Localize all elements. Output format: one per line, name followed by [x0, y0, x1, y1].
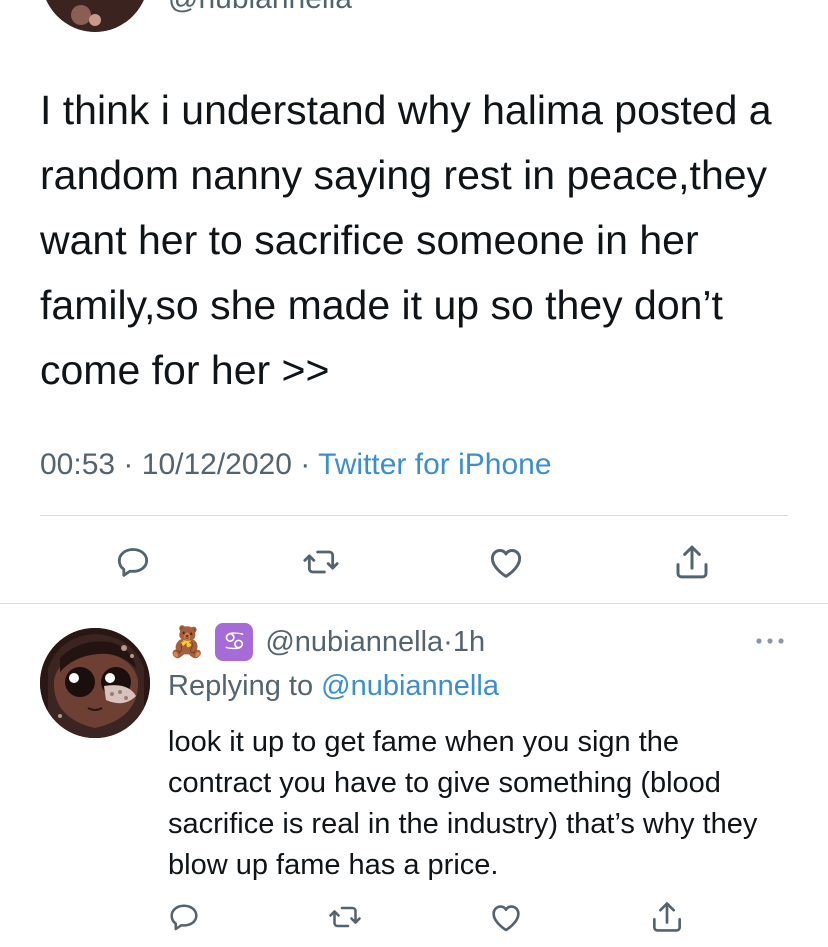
reply-age: 1h	[452, 625, 486, 658]
bear-emoji: 🧸	[168, 625, 206, 659]
divider	[40, 515, 788, 516]
reply-icon	[170, 904, 198, 931]
reply-header: 🧸 ♋ @nubiannella · 1h	[168, 622, 485, 662]
share-icon	[652, 902, 682, 932]
tweet-time: 00:53	[40, 448, 116, 481]
more-icon	[756, 638, 784, 644]
replying-to: Replying to @nubiannella	[168, 670, 499, 703]
tweet-date: 10/12/2020	[141, 448, 292, 481]
retweet-icon	[303, 550, 339, 574]
reply-like-button[interactable]	[481, 892, 531, 942]
reply-retweet-button[interactable]	[320, 892, 370, 942]
reply-icon	[117, 548, 149, 577]
more-button[interactable]	[752, 626, 788, 656]
share-button[interactable]	[667, 537, 717, 587]
replying-to-mention[interactable]: @nubiannella	[321, 670, 499, 702]
tweet-text: I think i understand why halima posted a…	[40, 87, 772, 393]
avatar-image	[42, 0, 148, 32]
reply-share-button[interactable]	[642, 892, 692, 942]
replying-to-label: Replying to	[168, 670, 314, 702]
share-icon	[676, 545, 708, 579]
reply-button[interactable]	[108, 537, 158, 587]
heart-icon	[490, 548, 522, 578]
avatar-image	[40, 628, 150, 738]
like-button[interactable]	[481, 537, 531, 587]
tweet-meta: 00:53 · 10/12/2020 · Twitter for iPhone	[40, 448, 552, 482]
heart-icon	[492, 905, 520, 932]
cancer-sign-emoji: ♋	[215, 623, 254, 661]
avatar[interactable]	[41, 0, 149, 32]
reply-text: look it up to get fame when you sign the…	[168, 726, 758, 881]
retweet-button[interactable]	[296, 537, 346, 587]
author-handle[interactable]: @nubiannella	[168, 0, 352, 16]
reply-author-handle[interactable]: @nubiannella	[265, 626, 443, 659]
reply-avatar[interactable]	[40, 628, 150, 738]
tweet-source-link[interactable]: Twitter for iPhone	[318, 448, 551, 481]
reply-reply-button[interactable]	[159, 892, 209, 942]
meta-separator: ·	[123, 448, 134, 481]
divider	[0, 603, 828, 604]
meta-separator: ·	[300, 448, 311, 481]
meta-separator: ·	[443, 625, 453, 658]
retweet-icon	[329, 906, 361, 928]
